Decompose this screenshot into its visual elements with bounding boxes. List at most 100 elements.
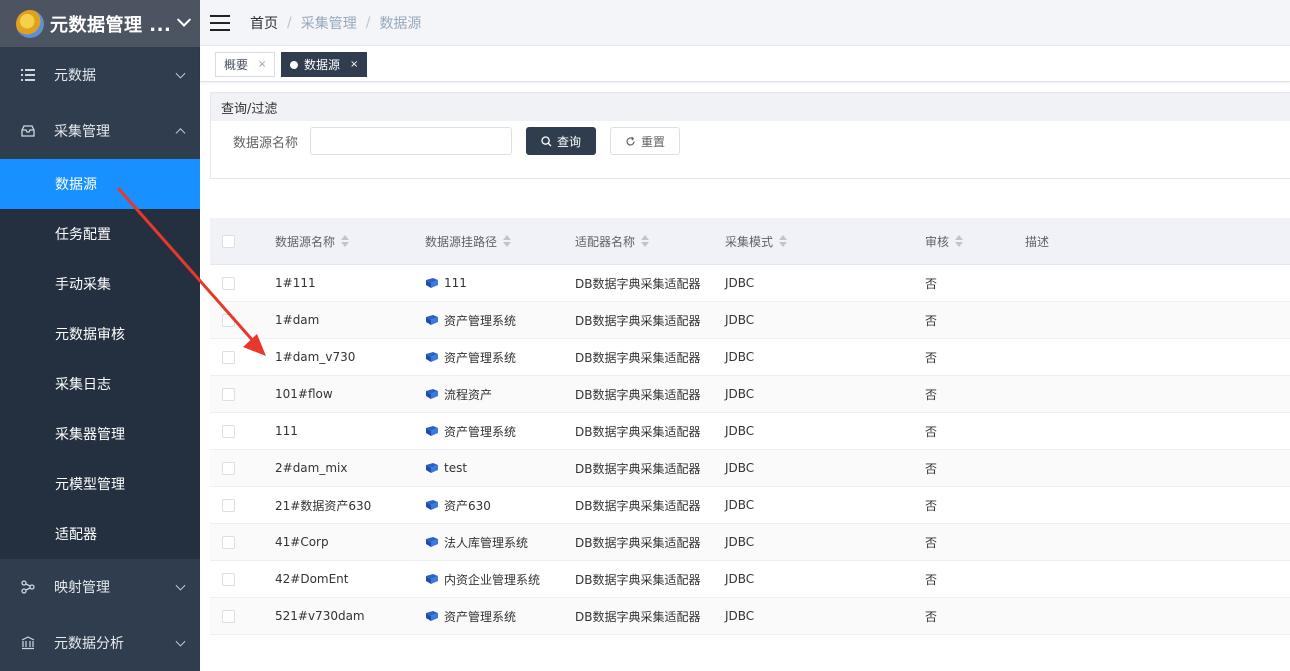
sidebar-item-label: 映射管理: [54, 580, 110, 596]
table-body: 1#111 111 DB数据字典采集适配器 JDBC 否 1#dam 资产管理系统 DB数据字…: [210, 265, 1290, 635]
close-icon[interactable]: ×: [350, 59, 358, 70]
sidebar-subitem-task-config[interactable]: 任务配置: [0, 209, 200, 259]
table-row[interactable]: 21#数据资产630 资产630 DB数据字典采集适配器 JDBC 否: [210, 487, 1290, 524]
book-icon: [425, 277, 439, 289]
column-header-name[interactable]: 数据源名称: [275, 218, 425, 264]
book-icon: [425, 462, 439, 474]
table-row[interactable]: 101#flow 流程资产 DB数据字典采集适配器 JDBC 否: [210, 376, 1290, 413]
sidebar-item-metadata[interactable]: 元数据: [0, 47, 200, 103]
table-row[interactable]: 42#DomEnt 内资企业管理系统 DB数据字典采集适配器 JDBC 否: [210, 561, 1290, 598]
cell-datasource-name: 42#DomEnt: [275, 572, 349, 586]
row-checkbox[interactable]: [222, 276, 235, 290]
column-header-audit[interactable]: 审核: [925, 218, 1025, 264]
cell-mode: JDBC: [725, 609, 755, 623]
tab-overview[interactable]: 概要 ×: [215, 52, 276, 77]
refresh-icon: [625, 136, 636, 147]
cell-path: 内资企业管理系统: [444, 572, 541, 587]
column-header-mode[interactable]: 采集模式: [725, 218, 925, 264]
table-row[interactable]: 1#dam 资产管理系统 DB数据字典采集适配器 JDBC 否: [210, 302, 1290, 339]
table-row[interactable]: 1#111 111 DB数据字典采集适配器 JDBC 否: [210, 265, 1290, 302]
book-icon: [425, 314, 439, 326]
breadcrumb-home[interactable]: 首页: [250, 13, 278, 33]
cell-datasource-name: 2#dam_mix: [275, 461, 348, 475]
app-header[interactable]: 元数据管理 ...: [0, 0, 200, 47]
sidebar-subitem-adapter[interactable]: 适配器: [0, 509, 200, 559]
table-row[interactable]: 521#v730dam 资产管理系统 DB数据字典采集适配器 JDBC 否: [210, 598, 1290, 635]
breadcrumb-datasource: 数据源: [379, 15, 422, 32]
cell-audit: 否: [925, 276, 938, 291]
cell-adapter: DB数据字典采集适配器: [575, 350, 701, 365]
close-icon[interactable]: ×: [258, 59, 266, 70]
cell-audit: 否: [925, 461, 938, 476]
cell-adapter: DB数据字典采集适配器: [575, 424, 701, 439]
cell-mode: JDBC: [725, 535, 755, 549]
datasource-name-input[interactable]: [310, 127, 513, 155]
sidebar-subitem-metadata-audit[interactable]: 元数据审核: [0, 309, 200, 359]
cell-adapter: DB数据字典采集适配器: [575, 461, 701, 476]
row-checkbox[interactable]: [222, 609, 235, 623]
table-row[interactable]: 41#Corp 法人库管理系统 DB数据字典采集适配器 JDBC 否: [210, 524, 1290, 561]
share-icon: [20, 579, 36, 595]
search-button[interactable]: 查询: [526, 127, 597, 155]
cell-adapter: DB数据字典采集适配器: [575, 313, 701, 328]
reset-button-label: 重置: [641, 134, 666, 149]
cell-path: 资产管理系统: [444, 424, 517, 439]
row-checkbox[interactable]: [222, 461, 235, 475]
chevron-up-icon: [175, 128, 186, 139]
chevron-down-icon: [175, 580, 186, 591]
row-checkbox[interactable]: [222, 424, 235, 438]
cell-mode: JDBC: [725, 387, 755, 401]
cell-audit: 否: [925, 535, 938, 550]
row-checkbox[interactable]: [222, 350, 235, 364]
reset-button[interactable]: 重置: [610, 127, 681, 155]
table-header: 数据源名称 数据源挂路径 适配器名称 采集模式 审核 描述: [210, 218, 1290, 265]
sidebar-item-label: 元数据: [54, 68, 96, 84]
cell-path: test: [444, 461, 468, 475]
cell-adapter: DB数据字典采集适配器: [575, 276, 701, 291]
sidebar-item-collection[interactable]: 采集管理: [0, 103, 200, 159]
cell-datasource-name: 1#dam_v730: [275, 350, 356, 364]
cell-path: 流程资产: [444, 387, 493, 402]
sidebar-subitem-manual-collect[interactable]: 手动采集: [0, 259, 200, 309]
select-all-checkbox[interactable]: [222, 234, 235, 248]
sort-icon[interactable]: [955, 235, 964, 247]
sort-icon[interactable]: [779, 235, 788, 247]
sidebar-subitem-collector-mgmt[interactable]: 采集器管理: [0, 409, 200, 459]
chevron-down-icon[interactable]: [177, 12, 192, 27]
datasource-name-label: 数据源名称: [233, 135, 299, 151]
sidebar-item-analysis[interactable]: 元数据分析: [0, 615, 200, 671]
search-button-label: 查询: [557, 134, 582, 149]
book-icon: [425, 536, 439, 548]
row-checkbox[interactable]: [222, 572, 235, 586]
cell-mode: JDBC: [725, 313, 755, 327]
row-checkbox[interactable]: [222, 498, 235, 512]
sort-icon[interactable]: [641, 235, 650, 247]
sort-icon[interactable]: [503, 235, 512, 247]
sidebar-item-mapping[interactable]: 映射管理: [0, 559, 200, 615]
cell-datasource-name: 111: [275, 424, 298, 438]
book-icon: [425, 610, 439, 622]
column-header-adapter[interactable]: 适配器名称: [575, 218, 725, 264]
table-row[interactable]: 1#dam_v730 资产管理系统 DB数据字典采集适配器 JDBC 否: [210, 339, 1290, 376]
book-icon: [425, 573, 439, 585]
cell-audit: 否: [925, 313, 938, 328]
sidebar-subitem-collect-log[interactable]: 采集日志: [0, 359, 200, 409]
row-checkbox[interactable]: [222, 313, 235, 327]
column-header-path[interactable]: 数据源挂路径: [425, 218, 575, 264]
hamburger-menu-icon[interactable]: [210, 14, 230, 31]
search-icon: [541, 135, 552, 147]
table-row[interactable]: 111 资产管理系统 DB数据字典采集适配器 JDBC 否: [210, 413, 1290, 450]
sidebar-subitem-datasource[interactable]: 数据源: [0, 159, 200, 209]
book-icon: [425, 499, 439, 511]
sort-icon[interactable]: [341, 235, 350, 247]
sidebar: 元数据管理 ... 元数据 采集管理 数据源 任务配置 手动采集 元数据审核 采…: [0, 0, 200, 671]
tab-datasource[interactable]: 数据源 ×: [281, 52, 368, 77]
table-row[interactable]: 2#dam_mix test DB数据字典采集适配器 JDBC 否: [210, 450, 1290, 487]
cell-mode: JDBC: [725, 572, 755, 586]
row-checkbox[interactable]: [222, 387, 235, 401]
cell-mode: JDBC: [725, 461, 755, 475]
inbox-icon: [20, 123, 36, 139]
sidebar-subitem-metamodel-mgmt[interactable]: 元模型管理: [0, 459, 200, 509]
cell-audit: 否: [925, 350, 938, 365]
row-checkbox[interactable]: [222, 535, 235, 549]
